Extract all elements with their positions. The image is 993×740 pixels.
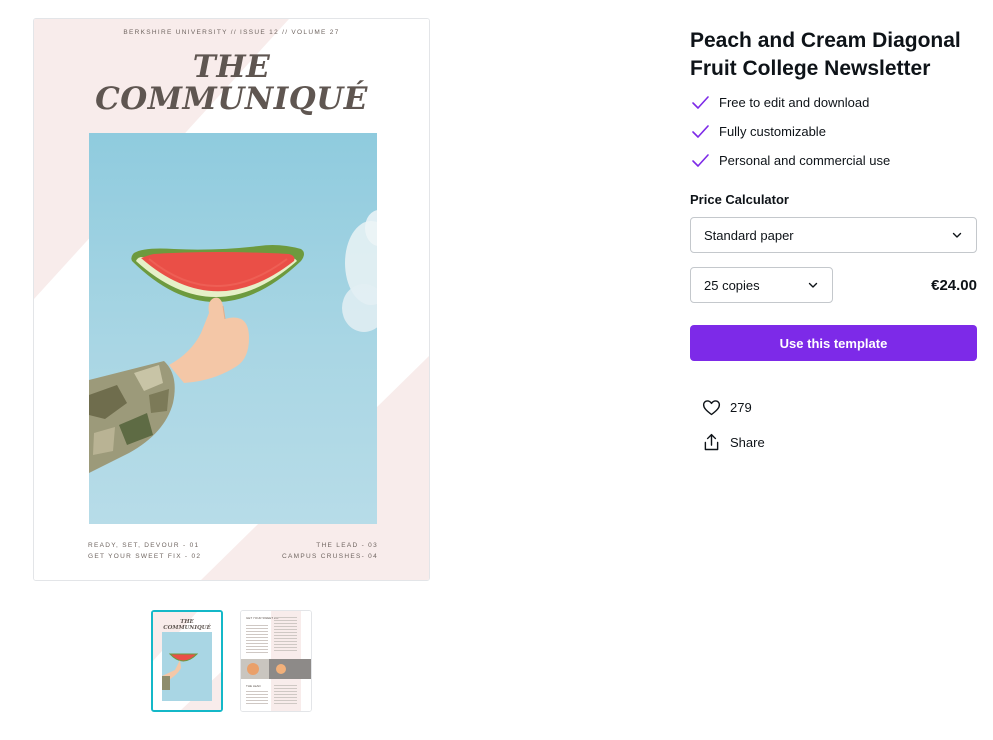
toc-left: READY, SET, DEVOUR - 01 GET YOUR SWEET F… (88, 540, 201, 562)
like-button[interactable]: 279 (701, 395, 752, 419)
check-icon (692, 124, 709, 138)
share-button[interactable]: Share (701, 430, 765, 454)
masthead: THE COMMUNIQUÉ (34, 51, 429, 115)
feature-list: Free to edit and download Fully customiz… (690, 88, 890, 175)
paper-type-select[interactable]: Standard paper (690, 217, 977, 253)
chevron-down-icon (952, 232, 962, 238)
page-thumbnail-2[interactable]: GET YOUR SWEET FIX THE LEAD (240, 610, 312, 712)
thumb-subheading: THE LEAD (246, 684, 262, 688)
share-label: Share (730, 434, 765, 450)
toc-item: READY, SET, DEVOUR - 01 (88, 542, 200, 549)
feature-item: Personal and commercial use (690, 146, 890, 175)
masthead-line-1: THE (192, 49, 271, 85)
watermelon-photo (89, 133, 377, 524)
price-value: €24.00 (931, 277, 977, 294)
like-count: 279 (730, 399, 752, 415)
heart-icon (702, 399, 721, 415)
feature-item: Fully customizable (690, 117, 890, 146)
toc-right: THE LEAD - 03 CAMPUS CRUSHES- 04 (282, 540, 378, 562)
template-title: Peach and Cream Diagonal Fruit College N… (690, 29, 961, 80)
share-icon (704, 433, 719, 450)
use-template-button[interactable]: Use this template (690, 325, 977, 361)
feature-item: Free to edit and download (690, 88, 890, 117)
check-icon (692, 153, 709, 167)
copies-value: 25 copies (704, 277, 760, 293)
thumb-heading: GET YOUR SWEET FIX (246, 616, 279, 620)
issue-line: BERKSHIRE UNIVERSITY // ISSUE 12 // VOLU… (123, 29, 340, 36)
price-calculator-label: Price Calculator (690, 192, 789, 207)
toc-item: GET YOUR SWEET FIX - 02 (88, 553, 202, 560)
feature-label: Free to edit and download (719, 95, 870, 110)
feature-label: Fully customizable (719, 124, 826, 139)
check-icon (692, 95, 709, 109)
chevron-down-icon (808, 282, 818, 288)
toc-item: THE LEAD - 03 (316, 542, 378, 549)
page-thumbnail-1[interactable]: THE COMMUNIQUÉ (151, 610, 223, 712)
template-preview: BERKSHIRE UNIVERSITY // ISSUE 12 // VOLU… (33, 18, 430, 581)
toc-item: CAMPUS CRUSHES- 04 (282, 553, 378, 560)
copies-select[interactable]: 25 copies (690, 267, 833, 303)
paper-type-value: Standard paper (704, 227, 794, 243)
masthead-line-2: COMMUNIQUÉ (95, 81, 368, 117)
thumb-masthead-line-2: COMMUNIQUÉ (163, 623, 211, 631)
feature-label: Personal and commercial use (719, 153, 891, 168)
